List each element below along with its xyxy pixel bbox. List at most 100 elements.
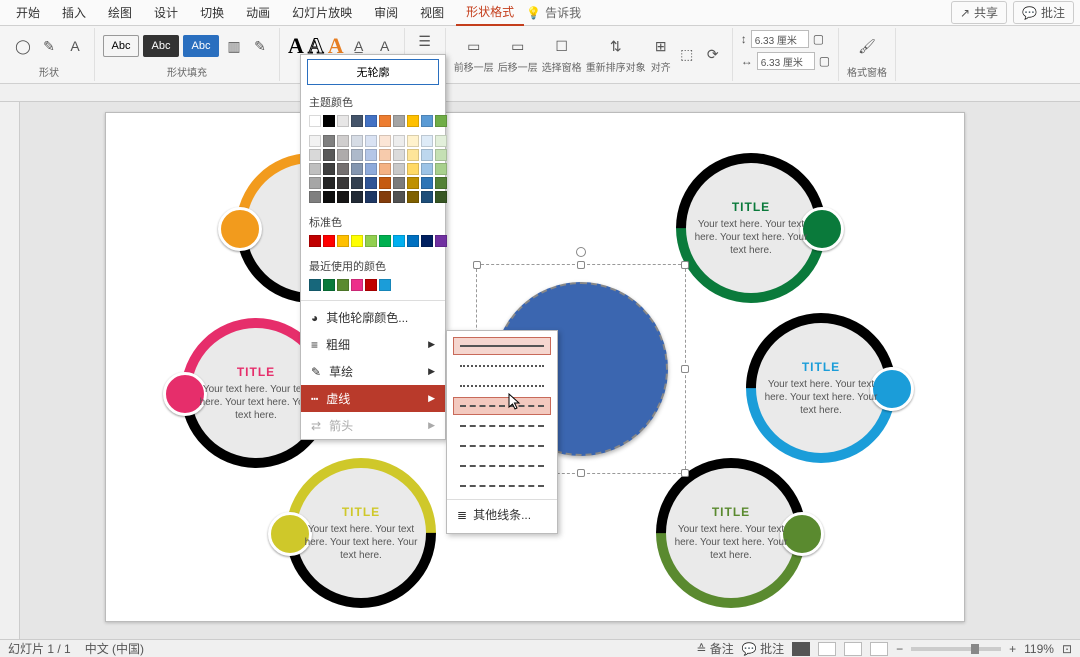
style-swatch-dark[interactable]: Abc [143,35,179,57]
color-swatch[interactable] [393,177,405,189]
selection-pane-button[interactable]: ☐ [551,35,573,57]
color-swatch[interactable] [309,177,321,189]
view-sorter-button[interactable] [818,642,836,656]
tab-start[interactable]: 开始 [6,0,50,25]
more-lines-option[interactable]: ≣其他线条... [447,499,557,529]
color-swatch[interactable] [309,135,321,147]
no-outline-option[interactable]: 无轮廓 [307,59,439,85]
color-swatch[interactable] [309,235,321,247]
color-swatch[interactable] [351,191,363,203]
color-swatch[interactable] [379,115,391,127]
color-swatch[interactable] [421,115,433,127]
align-button[interactable]: ⊞ [650,35,672,57]
tab-review[interactable]: 审阅 [364,0,408,25]
width-input[interactable]: 6.33 厘米 [757,52,815,70]
color-swatch[interactable] [435,235,447,247]
tell-me[interactable]: 💡告诉我 [526,4,581,21]
group-button[interactable]: ⬚ [676,44,698,66]
color-swatch[interactable] [393,135,405,147]
status-comments-button[interactable]: 💬 批注 [742,640,784,657]
height-input[interactable]: 6.33 厘米 [751,30,809,48]
color-swatch[interactable] [365,115,377,127]
shape-fill-button[interactable]: ▥ [223,35,245,57]
color-swatch[interactable] [365,177,377,189]
more-outline-colors[interactable]: ◕其他轮廓颜色... [301,304,445,331]
outline-weight[interactable]: ≡粗细▶ [301,331,445,358]
tab-slideshow[interactable]: 幻灯片放映 [282,0,362,25]
color-swatch[interactable] [365,149,377,161]
comments-button[interactable]: 💬批注 [1013,1,1074,24]
outline-sketch[interactable]: ✎草绘▶ [301,358,445,385]
color-swatch[interactable] [379,149,391,161]
color-swatch[interactable] [393,235,405,247]
dash-option-dash-dot[interactable] [453,417,551,435]
color-swatch[interactable] [407,135,419,147]
resize-handle-se[interactable] [681,469,689,477]
color-swatch[interactable] [351,279,363,291]
color-swatch[interactable] [309,163,321,175]
color-swatch[interactable] [379,135,391,147]
color-swatch[interactable] [323,135,335,147]
color-swatch[interactable] [379,235,391,247]
tab-shape-format[interactable]: 形状格式 [456,0,524,26]
color-swatch[interactable] [435,115,447,127]
color-swatch[interactable] [435,149,447,161]
resize-handle-ne[interactable] [681,261,689,269]
color-swatch[interactable] [309,149,321,161]
style-swatch-blue[interactable]: Abc [183,35,219,57]
color-swatch[interactable] [379,191,391,203]
color-swatch[interactable] [323,279,335,291]
color-swatch[interactable] [309,191,321,203]
color-swatch[interactable] [323,191,335,203]
alt-text-button[interactable]: ☰ [414,30,436,52]
color-swatch[interactable] [323,163,335,175]
color-swatch[interactable] [407,191,419,203]
reorder-button[interactable]: ⇅ [605,35,627,57]
color-swatch[interactable] [421,235,433,247]
fit-to-window-button[interactable]: ⊡ [1062,642,1072,656]
color-swatch[interactable] [407,163,419,175]
slide-counter[interactable]: 幻灯片 1 / 1 [8,640,71,657]
bring-forward-button[interactable]: ▭ [463,35,485,57]
dash-option-dash[interactable] [453,397,551,415]
color-swatch[interactable] [351,235,363,247]
color-swatch[interactable] [365,191,377,203]
textbox-button[interactable]: A [64,35,86,57]
color-swatch[interactable] [393,149,405,161]
tab-view[interactable]: 视图 [410,0,454,25]
tab-transition[interactable]: 切换 [190,0,234,25]
stepper-icon[interactable]: ▢ [819,54,830,68]
format-pane-button[interactable]: 🖌 [856,35,878,57]
dash-option-round-dot[interactable] [453,357,551,375]
stepper-icon[interactable]: ▢ [813,32,824,46]
language-indicator[interactable]: 中文 (中国) [85,640,144,657]
view-reading-button[interactable] [844,642,862,656]
color-swatch[interactable] [337,115,349,127]
color-swatch[interactable] [435,163,447,175]
color-swatch[interactable] [309,279,321,291]
color-swatch[interactable] [421,163,433,175]
color-swatch[interactable] [365,163,377,175]
color-swatch[interactable] [393,191,405,203]
resize-handle-nw[interactable] [473,261,481,269]
color-swatch[interactable] [365,135,377,147]
color-swatch[interactable] [337,279,349,291]
color-swatch[interactable] [351,149,363,161]
color-swatch[interactable] [407,177,419,189]
color-swatch[interactable] [351,135,363,147]
notes-button[interactable]: ≙ 备注 [696,640,733,657]
color-swatch[interactable] [379,279,391,291]
color-swatch[interactable] [379,163,391,175]
color-swatch[interactable] [435,135,447,147]
color-swatch[interactable] [337,235,349,247]
color-swatch[interactable] [407,115,419,127]
send-backward-button[interactable]: ▭ [507,35,529,57]
bubble-green[interactable]: TITLEYour text here. Your text here. You… [666,143,836,313]
color-swatch[interactable] [435,191,447,203]
dash-option-solid[interactable] [453,337,551,355]
color-swatch[interactable] [337,177,349,189]
outline-dashes[interactable]: ┅虚线▶ [301,385,445,412]
zoom-out-button[interactable]: − [896,642,903,656]
zoom-in-button[interactable]: + [1009,642,1016,656]
color-swatch[interactable] [323,177,335,189]
